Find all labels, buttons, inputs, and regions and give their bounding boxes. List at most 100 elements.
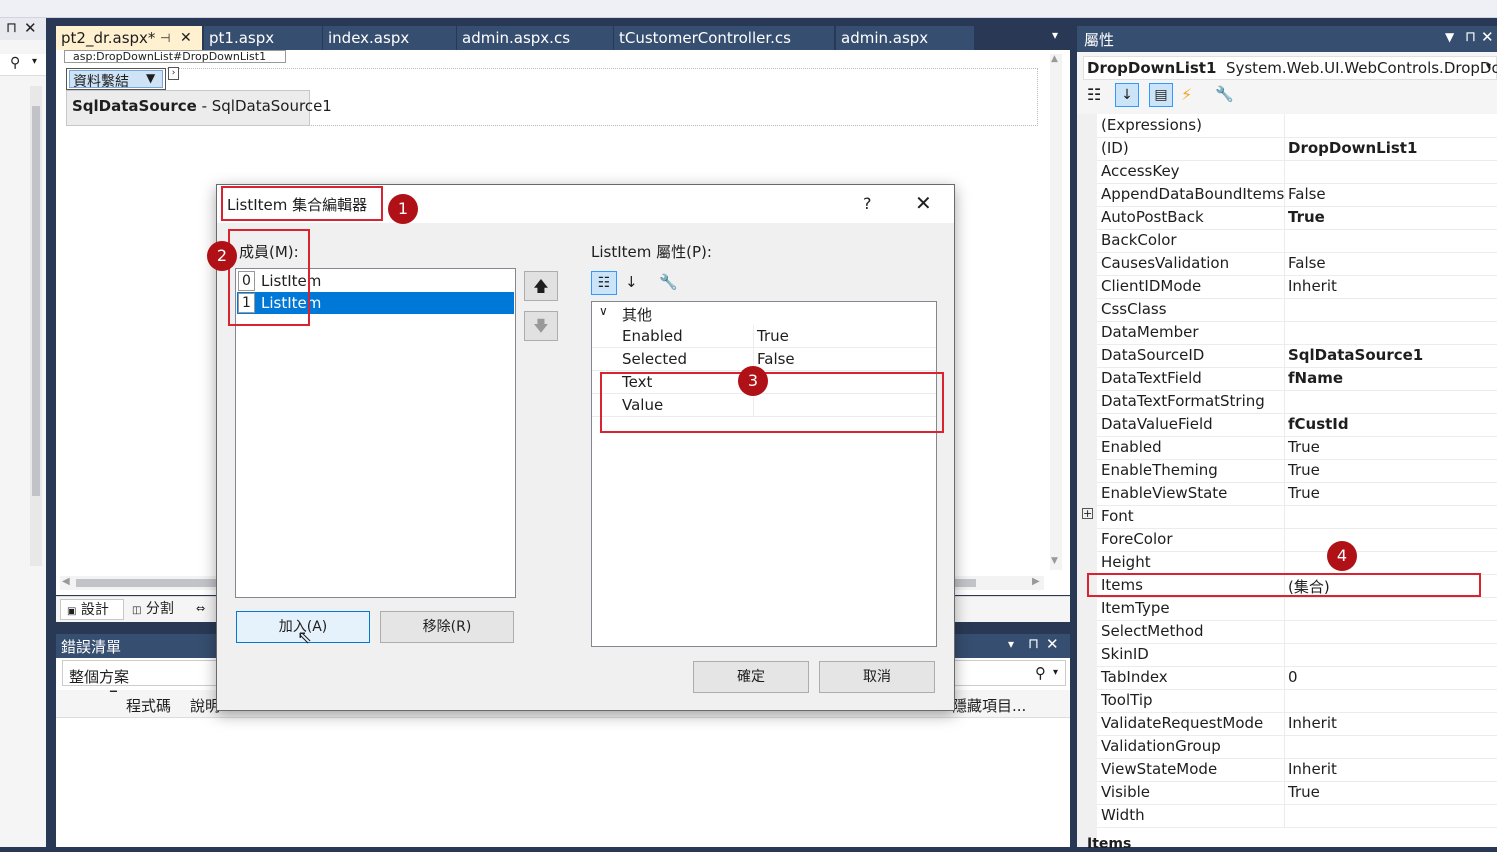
property-row[interactable]: AppendDataBoundItems False	[1097, 183, 1497, 207]
column-suppress[interactable]: 隱藏項目...	[952, 695, 1026, 716]
property-value[interactable]: (集合)	[1288, 576, 1330, 597]
chevron-down-icon[interactable]: ▾	[1008, 637, 1014, 651]
property-row[interactable]: Font	[1097, 505, 1497, 529]
alphabetical-icon[interactable]: ↓	[625, 273, 638, 291]
tab-admin-aspx[interactable]: admin.aspx	[836, 26, 974, 50]
pin-icon[interactable]: ⊓	[1028, 636, 1039, 652]
property-row[interactable]: CssClass	[1097, 298, 1497, 322]
property-row[interactable]: Width	[1097, 804, 1497, 828]
list-item[interactable]: 0 ListItem	[237, 270, 514, 292]
sqldatasource-control[interactable]: SqlDataSource - SqlDataSource1	[66, 90, 332, 126]
categorized-icon[interactable]: ☷	[1087, 85, 1101, 104]
property-row[interactable]: ItemType	[1097, 597, 1497, 621]
dropdown-control[interactable]: 資料繫結 ▼	[66, 68, 166, 90]
property-row[interactable]: ClientIDMode Inherit	[1097, 275, 1497, 299]
property-row[interactable]: DataTextFormatString	[1097, 390, 1497, 414]
property-row[interactable]: DataTextField fName	[1097, 367, 1497, 391]
property-row[interactable]: ViewStateMode Inherit	[1097, 758, 1497, 782]
property-value[interactable]: True	[1288, 461, 1320, 479]
close-icon[interactable]: ✕	[24, 19, 37, 37]
remove-button[interactable]: 移除(R)	[380, 611, 514, 643]
property-value[interactable]: True	[1288, 438, 1320, 456]
property-row[interactable]: SkinID	[1097, 643, 1497, 667]
property-value[interactable]: Inherit	[1288, 277, 1337, 295]
property-row[interactable]: AutoPostBack True	[1097, 206, 1497, 230]
property-value[interactable]: True	[1288, 783, 1320, 801]
categorized-icon[interactable]: ☷	[591, 271, 617, 295]
dialog-property-row[interactable]: Enabled True	[592, 325, 936, 348]
tab-pt1-aspx[interactable]: pt1.aspx	[204, 26, 322, 50]
scrollbar[interactable]	[30, 86, 42, 566]
pin-icon[interactable]: ⊓	[1465, 29, 1476, 45]
property-row[interactable]: BackColor	[1097, 229, 1497, 253]
search-icon[interactable]: ⚲	[1035, 664, 1046, 682]
property-row[interactable]: EnableViewState True	[1097, 482, 1497, 506]
toolbox-search[interactable]: ⚲ ▾	[0, 54, 46, 76]
members-list[interactable]: 0 ListItem 1 ListItem	[235, 268, 516, 598]
help-icon[interactable]: ?	[863, 194, 872, 213]
scroll-right-icon[interactable]: ▶	[1032, 576, 1040, 587]
property-value[interactable]: Inherit	[1288, 714, 1337, 732]
scroll-down-icon[interactable]: ▼	[1051, 556, 1058, 566]
close-icon[interactable]: ✕	[1481, 28, 1494, 46]
view-tab-split[interactable]: ◫ 分割	[128, 599, 188, 620]
property-value[interactable]: Inherit	[1288, 760, 1337, 778]
list-item-selected[interactable]: 1 ListItem	[237, 292, 514, 314]
property-row[interactable]: Items (集合)	[1097, 574, 1497, 598]
close-icon[interactable]: ✕	[915, 191, 932, 215]
property-row[interactable]: ValidationGroup	[1097, 735, 1497, 759]
move-up-button[interactable]: 🡅	[524, 271, 558, 301]
tab-admin-aspx-cs[interactable]: admin.aspx.cs	[457, 26, 613, 50]
property-value[interactable]: True	[1288, 484, 1320, 502]
property-value[interactable]: fName	[1288, 369, 1343, 387]
events-icon[interactable]: ⚡	[1181, 85, 1192, 104]
property-row[interactable]: (Expressions)	[1097, 114, 1497, 138]
chevron-down-icon[interactable]: ▼	[1445, 30, 1454, 44]
pin-icon[interactable]: ⊣	[160, 26, 170, 50]
property-row[interactable]: DataValueField fCustId	[1097, 413, 1497, 437]
property-value[interactable]: DropDownList1	[1288, 139, 1417, 157]
property-row[interactable]: EnableTheming True	[1097, 459, 1497, 483]
object-selector[interactable]: DropDownList1 System.Web.UI.WebControls.…	[1083, 56, 1497, 80]
property-row[interactable]: DataMember	[1097, 321, 1497, 345]
property-row[interactable]: Enabled True	[1097, 436, 1497, 460]
tab-pt2-dr-aspx[interactable]: pt2_dr.aspx* ⊣ ✕	[56, 26, 202, 50]
category-row[interactable]: ∨ 其他	[592, 302, 936, 325]
property-row[interactable]: SelectMethod	[1097, 620, 1497, 644]
cancel-button[interactable]: 取消	[819, 661, 935, 693]
property-row[interactable]: AccessKey	[1097, 160, 1497, 184]
tab-overflow-icon[interactable]: ▾	[1052, 28, 1058, 42]
dialog-property-row[interactable]: Value	[592, 394, 936, 417]
property-row[interactable]: ToolTip	[1097, 689, 1497, 713]
property-row[interactable]: TabIndex 0	[1097, 666, 1497, 690]
properties-icon[interactable]: ▤	[1149, 83, 1173, 107]
view-tab-design[interactable]: ▣ 設計	[60, 599, 124, 620]
wrench-icon[interactable]: 🔧	[659, 273, 678, 291]
property-row[interactable]: Visible True	[1097, 781, 1497, 805]
source-view-icon[interactable]: ⇔	[196, 602, 205, 615]
expand-font-icon[interactable]: +	[1082, 508, 1093, 519]
close-icon[interactable]: ✕	[1046, 635, 1059, 653]
property-row[interactable]: DataSourceID SqlDataSource1	[1097, 344, 1497, 368]
property-value[interactable]: SqlDataSource1	[1288, 346, 1423, 364]
property-row[interactable]: Height	[1097, 551, 1497, 575]
alphabetical-icon[interactable]: ↓	[1115, 83, 1139, 107]
property-row[interactable]: ForeColor	[1097, 528, 1497, 552]
ok-button[interactable]: 確定	[693, 661, 809, 693]
dialog-property-row[interactable]: Selected False	[592, 348, 936, 371]
tab-index-aspx[interactable]: index.aspx	[323, 26, 456, 50]
scrollbar-thumb[interactable]	[32, 106, 40, 496]
property-row[interactable]: CausesValidation False	[1097, 252, 1497, 276]
property-value[interactable]: False	[1288, 254, 1326, 272]
property-value[interactable]: False	[757, 350, 795, 368]
smart-tag-icon[interactable]: ›	[168, 67, 179, 80]
wrench-icon[interactable]: 🔧	[1215, 85, 1234, 103]
property-value[interactable]: 0	[1288, 668, 1298, 686]
property-value[interactable]: True	[757, 327, 789, 345]
property-value[interactable]: True	[1288, 208, 1325, 226]
vertical-scrollbar[interactable]: ▲ ▼	[1050, 54, 1062, 570]
scroll-up-icon[interactable]: ▲	[1051, 54, 1058, 64]
property-row[interactable]: (ID) DropDownList1	[1097, 137, 1497, 161]
column-code[interactable]: 程式碼	[126, 695, 171, 716]
property-value[interactable]: False	[1288, 185, 1326, 203]
